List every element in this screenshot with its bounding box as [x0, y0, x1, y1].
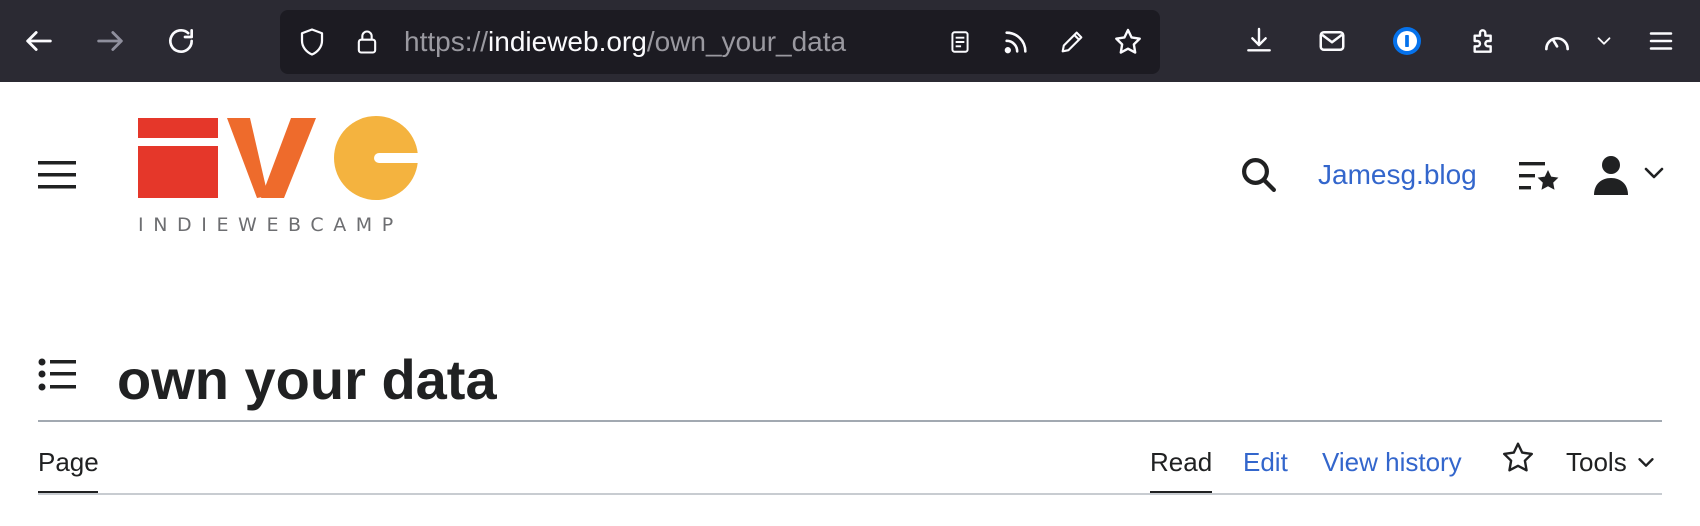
browser-toolbar: https://indieweb.org/own_your_data — [0, 0, 1700, 82]
chevron-down-icon[interactable] — [1584, 20, 1624, 62]
performance-gauge-icon[interactable] — [1536, 20, 1578, 62]
watchlist-icon[interactable] — [1518, 158, 1560, 196]
logo-wordmark: INDIEWEBCAMP — [138, 214, 403, 234]
chevron-down-icon — [1638, 458, 1654, 467]
table-of-contents-icon[interactable] — [38, 358, 80, 396]
bookmark-star-icon[interactable] — [1107, 21, 1149, 63]
user-page-link[interactable]: Jamesg.blog — [1318, 155, 1477, 195]
back-icon[interactable] — [18, 20, 60, 62]
tab-page[interactable]: Page — [38, 444, 99, 480]
page-title: own your data — [117, 348, 497, 411]
search-icon[interactable] — [1238, 154, 1280, 196]
tabs-divider — [38, 493, 1662, 495]
tab-edit[interactable]: Edit — [1243, 444, 1288, 480]
tab-view-history[interactable]: View history — [1322, 444, 1462, 480]
tools-dropdown[interactable]: Tools — [1566, 444, 1657, 480]
edit-pencil-icon[interactable] — [1051, 21, 1093, 63]
watch-star-icon[interactable] — [1500, 440, 1536, 476]
app-menu-icon[interactable] — [1640, 20, 1682, 62]
password-manager-icon[interactable] — [1386, 20, 1428, 62]
account-menu[interactable] — [1594, 154, 1674, 196]
mail-icon[interactable] — [1311, 20, 1353, 62]
rss-feed-icon[interactable] — [995, 21, 1037, 63]
reader-view-icon[interactable] — [939, 21, 981, 63]
extensions-puzzle-icon[interactable] — [1463, 20, 1505, 62]
user-avatar-icon[interactable] — [1594, 154, 1674, 196]
reload-icon[interactable] — [160, 20, 202, 62]
lock-icon[interactable] — [346, 21, 388, 63]
main-menu-icon[interactable] — [38, 160, 78, 190]
tracking-protection-shield-icon[interactable] — [291, 21, 333, 63]
indiewebcamp-logo[interactable]: INDIEWEBCAMP — [138, 116, 424, 236]
tab-read[interactable]: Read — [1150, 444, 1212, 480]
url-text[interactable]: https://indieweb.org/own_your_data — [404, 10, 846, 74]
tools-label: Tools — [1566, 447, 1627, 477]
title-divider — [38, 420, 1662, 422]
downloads-icon[interactable] — [1238, 20, 1280, 62]
url-bar[interactable]: https://indieweb.org/own_your_data — [280, 10, 1160, 74]
forward-icon[interactable] — [89, 20, 131, 62]
